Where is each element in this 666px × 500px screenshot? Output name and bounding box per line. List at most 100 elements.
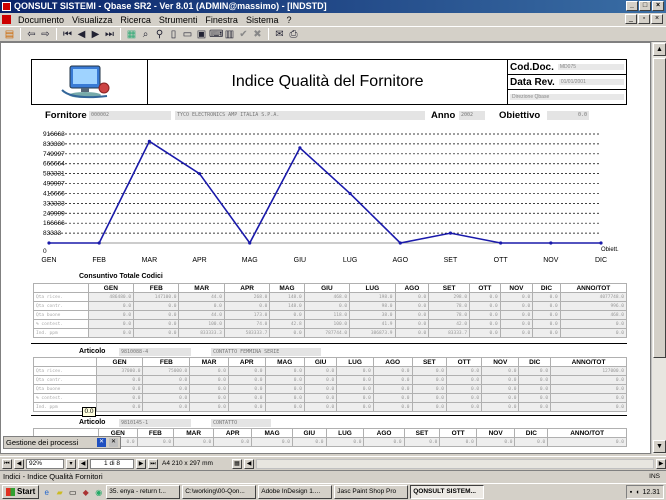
doc-icon[interactable]: ▭ [181, 28, 194, 41]
cancel-icon[interactable]: ✖ [251, 28, 264, 41]
table-cell: 0.0 [95, 393, 144, 403]
table-cell: 38.0 [349, 310, 396, 320]
table-cell: 0.0 [532, 319, 561, 329]
table-cell: 42.8 [269, 319, 305, 329]
start-button[interactable]: Start [2, 485, 40, 499]
table-cell: 0.0 [336, 402, 374, 412]
table-cell: 0.0 [95, 375, 144, 385]
table-cell: 0.0 [499, 310, 534, 320]
column-header: MAG [269, 283, 305, 293]
doc2-icon[interactable]: ▣ [195, 28, 208, 41]
quicklaunch-desktop-icon[interactable]: ▭ [67, 487, 78, 498]
quicklaunch-app2-icon[interactable]: ◉ [93, 487, 104, 498]
menu-ricerca[interactable]: Ricerca [116, 15, 155, 25]
table-cell: 0.0 [481, 375, 520, 385]
data-point [97, 241, 101, 245]
first-record-icon[interactable]: ⏮ [61, 28, 74, 41]
quicklaunch-app-icon[interactable]: ◆ [80, 487, 91, 498]
articolo1-label: Articolo [79, 348, 106, 355]
task-paintshop[interactable]: Jasc Paint Shop Pro [334, 485, 409, 499]
back-icon[interactable]: ⇦ [25, 28, 38, 41]
panel-close-icon[interactable]: ✕ [97, 438, 106, 447]
layout-icon[interactable]: ▦ [232, 458, 242, 469]
nav-prev-page-icon[interactable]: ◀ [78, 458, 88, 469]
menu-sistema[interactable]: Sistema [242, 15, 283, 25]
filter-icon[interactable]: ▦ [125, 28, 138, 41]
table-cell: 100.0 [178, 319, 225, 329]
table-cell: 98.0 [349, 301, 396, 311]
grid-icon[interactable]: ▥ [223, 28, 236, 41]
column-header: ANNO/TOT [550, 357, 627, 367]
mail-icon[interactable]: ✉ [273, 28, 286, 41]
task-indesign[interactable]: Adobe InDesign 1.... [258, 485, 333, 499]
minimize-button[interactable]: _ [626, 1, 638, 11]
y-tick-label: 166666 [43, 220, 65, 227]
scroll-thumb[interactable] [653, 58, 666, 358]
new-doc-icon[interactable]: ▤ [3, 28, 16, 41]
last-record-icon[interactable]: ⏭ [103, 28, 116, 41]
next-record-icon[interactable]: ▶ [89, 28, 102, 41]
nav-first-icon[interactable]: ⏮ [2, 458, 12, 469]
data-point [599, 241, 603, 245]
quicklaunch-folder-icon[interactable]: ▰ [54, 487, 65, 498]
menu-visualizza[interactable]: Visualizza [68, 15, 116, 25]
nav-next-page-icon[interactable]: ▶ [136, 458, 146, 469]
maximize-button[interactable]: □ [639, 1, 651, 11]
table-cell: 0.0 [292, 437, 327, 447]
menu-documento[interactable]: Documento [14, 15, 68, 25]
zoom-icon[interactable]: ⚲ [153, 28, 166, 41]
horizontal-scrollbar[interactable] [256, 458, 654, 469]
table-cell: 0.0 [269, 328, 305, 338]
y-tick-label: 333333 [43, 200, 65, 207]
page-indicator[interactable]: 1 di 8 [90, 458, 134, 469]
panel-pin-icon[interactable]: ✕ [109, 438, 118, 447]
task-explorer[interactable]: C:\working\00-Qon... [182, 485, 257, 499]
table-cell: 0.0 [264, 393, 305, 403]
nav-last-icon[interactable]: ⏭ [148, 458, 158, 469]
menu-help[interactable]: ? [282, 15, 295, 25]
window-title-bar[interactable]: QONSULT SISTEMI - Qbase SR2 - Ver 8.01 (… [0, 0, 666, 13]
close-button[interactable]: × [652, 1, 664, 11]
task-qonsult[interactable]: QONSULT SISTEM... [410, 485, 485, 499]
table-cell: 0.0 [518, 402, 552, 412]
page-icon[interactable]: ▯ [167, 28, 180, 41]
mdi-minimize-button[interactable]: _ [625, 14, 637, 24]
table-cell: 0.0 [547, 437, 627, 447]
windows-logo-icon [6, 488, 15, 496]
zoom-select[interactable]: 92% [26, 458, 64, 469]
tray-network-icon[interactable]: ▪ [630, 489, 632, 496]
zoom-dropdown-icon[interactable]: ▾ [66, 458, 76, 469]
table-cell: 0.0 [87, 328, 135, 338]
prev-record-icon[interactable]: ◀ [75, 28, 88, 41]
mdi-restore-button[interactable]: ▫ [638, 14, 650, 24]
mdi-close-button[interactable]: × [651, 14, 663, 24]
tray-volume-icon[interactable]: ◖ [635, 489, 639, 496]
table-cell: 0.0 [264, 366, 305, 376]
nav-prev-icon[interactable]: ◀ [14, 458, 24, 469]
column-header: NOV [481, 357, 520, 367]
menu-finestra[interactable]: Finestra [201, 15, 242, 25]
scroll-up-icon[interactable]: ▲ [653, 43, 666, 56]
print-icon[interactable]: ⎙ [287, 28, 300, 41]
table-cell: 0.0 [173, 437, 215, 447]
system-menu-icon[interactable] [2, 15, 11, 24]
vertical-scrollbar[interactable]: ▲ ▼ [651, 42, 666, 454]
task-winamp[interactable]: 35. enya - return t... [106, 485, 181, 499]
table-cell: 0.0 [223, 301, 271, 311]
check-icon[interactable]: ✔ [237, 28, 250, 41]
search-icon[interactable]: ⌕ [139, 28, 152, 41]
keyboard-icon[interactable]: ⌨ [209, 28, 223, 41]
forward-icon[interactable]: ⇨ [39, 28, 52, 41]
cell-tooltip: 0.0 [82, 407, 96, 417]
table-cell: 0.0 [394, 310, 430, 320]
processes-panel[interactable]: Gestione dei processi ✕ ✕ [3, 436, 121, 449]
data-point [348, 191, 352, 196]
scroll-left-icon[interactable]: ◀ [244, 458, 254, 469]
menu-strumenti[interactable]: Strumenti [155, 15, 202, 25]
scroll-down-icon[interactable]: ▼ [653, 440, 666, 453]
quicklaunch-ie-icon[interactable]: e [41, 487, 52, 498]
column-header: DIC [518, 357, 552, 367]
status-bar: Indici - Indice Qualità Fornitori INS [0, 470, 666, 482]
scroll-right-icon[interactable]: ▶ [656, 458, 666, 469]
table-cell: 0.0 [445, 393, 483, 403]
